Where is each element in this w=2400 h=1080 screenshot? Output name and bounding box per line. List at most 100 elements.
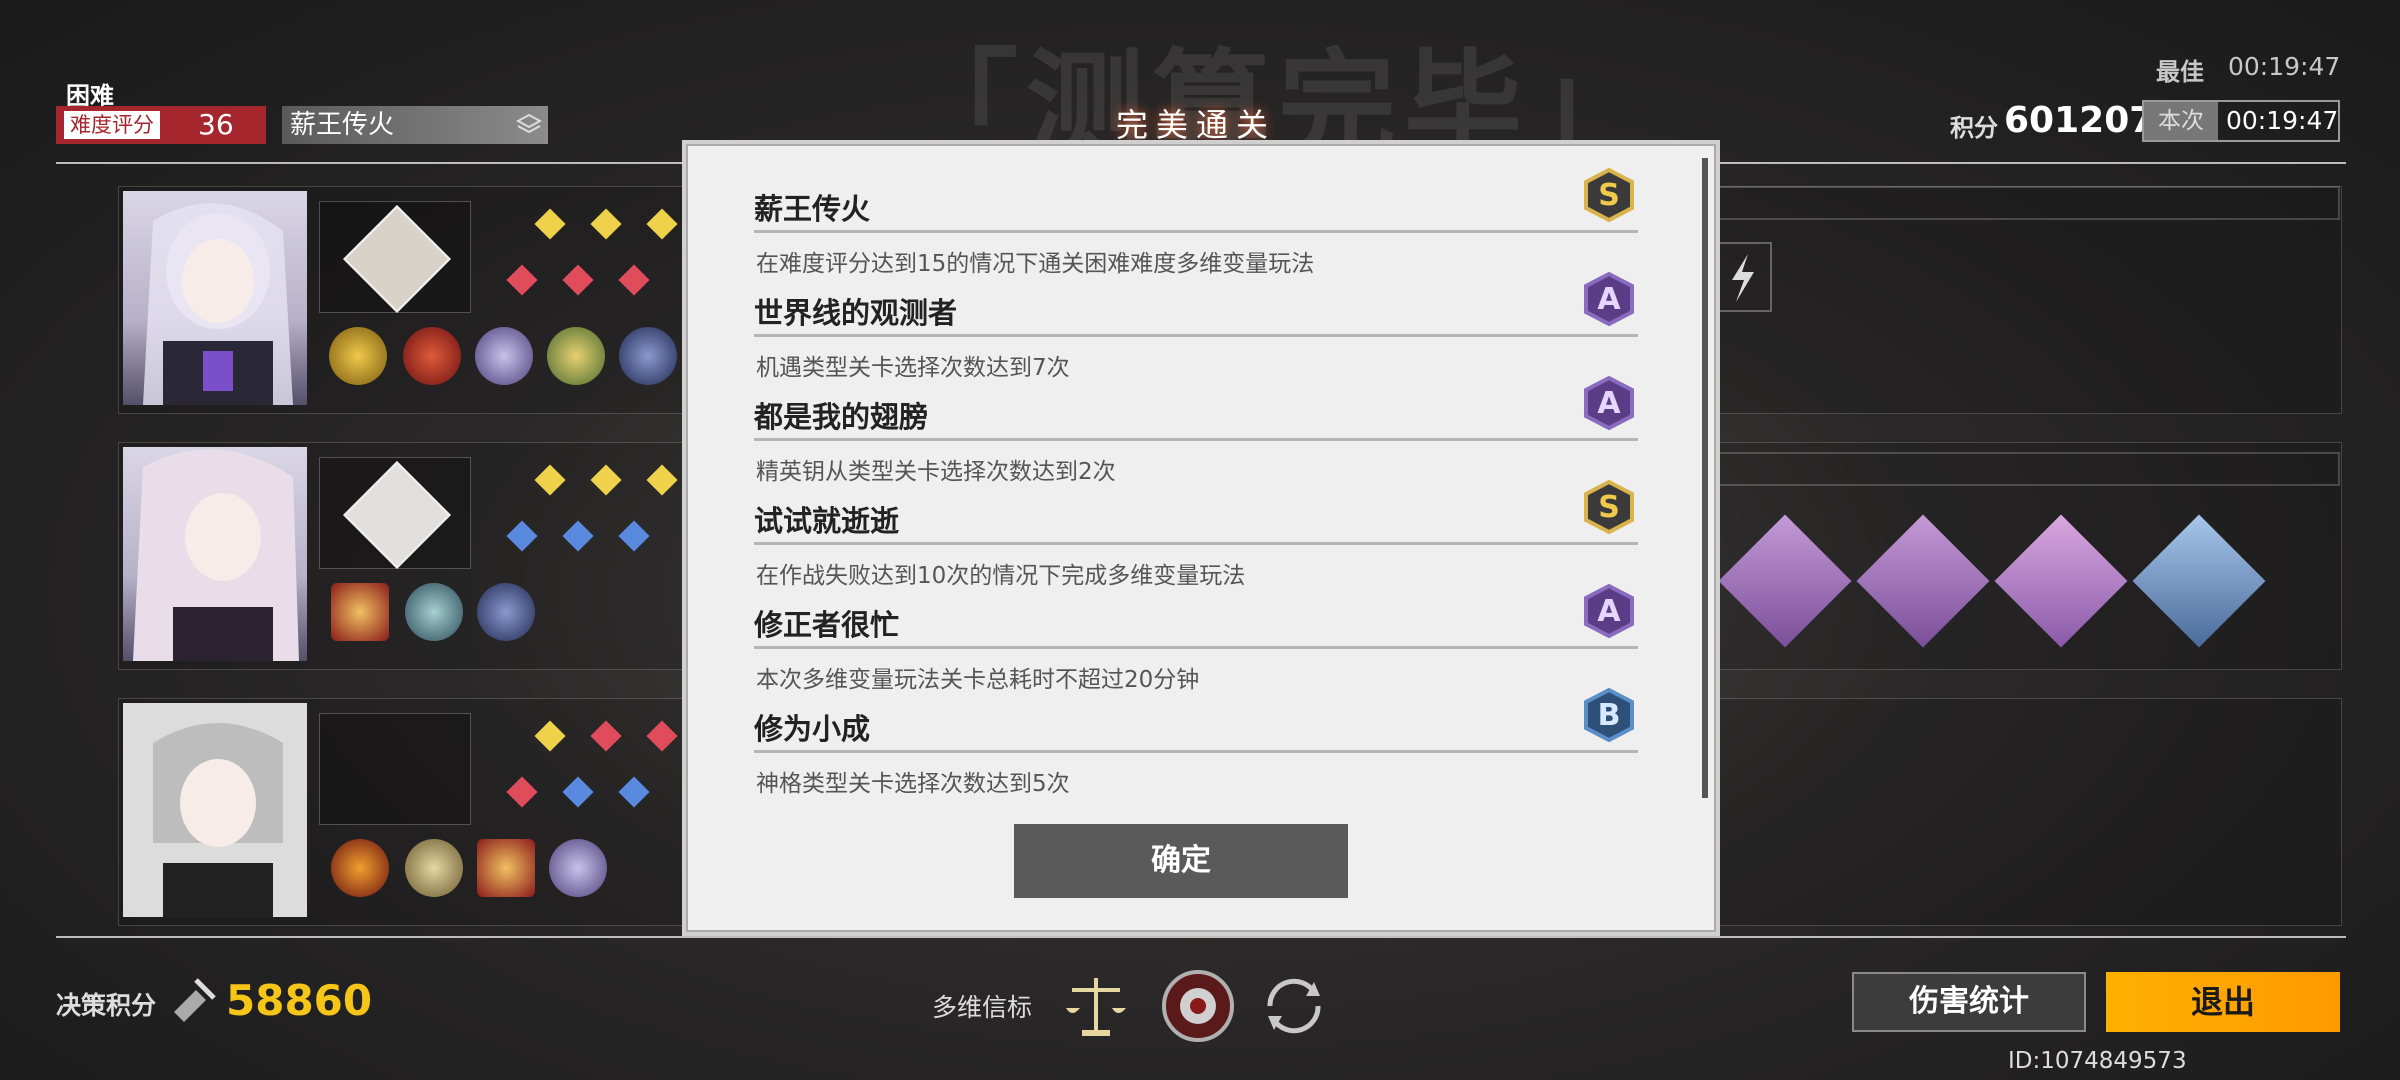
gem-icon: [646, 464, 678, 496]
top-divider-left: [56, 162, 682, 164]
temple-medal-icon[interactable]: [477, 583, 535, 641]
gem-icon: [534, 464, 566, 496]
character-portrait[interactable]: [123, 191, 307, 405]
gem-icon: [506, 776, 538, 808]
achievement-divider: [754, 230, 1638, 233]
grade-b-icon: B: [1584, 688, 1634, 742]
lightning-icon: [1712, 242, 1772, 312]
mecha-card[interactable]: [1856, 514, 1990, 648]
water-gun-card[interactable]: [1718, 514, 1852, 648]
achievement-desc: 在难度评分达到15的情况下通关困难难度多维变量玩法: [756, 251, 1315, 277]
gem-icon: [618, 264, 650, 296]
charm-icon: [2132, 514, 2266, 648]
support-slot-empty[interactable]: [319, 713, 471, 825]
character-portrait[interactable]: [123, 703, 307, 917]
top-divider-right: [1720, 162, 2346, 164]
mode-name: 薪王传火: [290, 110, 395, 140]
difficulty-rating-value: 36: [198, 108, 234, 141]
character-portrait[interactable]: [123, 447, 307, 661]
grade-letter: S: [1598, 178, 1620, 213]
gift-card[interactable]: [1994, 514, 2128, 648]
achievement-desc: 精英钥从类型关卡选择次数达到2次: [756, 459, 1116, 485]
helmet-medal-icon[interactable]: [547, 327, 605, 385]
achievement-divider: [754, 438, 1638, 441]
achievement-desc: 机遇类型关卡选择次数达到7次: [756, 355, 1070, 381]
difficulty-rating-label: 难度评分: [64, 111, 160, 139]
score-value: 601207: [2004, 100, 2155, 141]
decision-score-label: 决策积分: [56, 991, 157, 1020]
dragon-medal-icon[interactable]: [331, 583, 389, 641]
gem-icon: [534, 720, 566, 752]
exit-button[interactable]: 退出: [2106, 972, 2340, 1032]
support-avatar: [343, 461, 451, 569]
grade-letter: A: [1597, 594, 1621, 629]
eye-medal-icon[interactable]: [329, 327, 387, 385]
gem-icon: [618, 520, 650, 552]
achievement-title: 都是我的翅膀: [754, 400, 929, 434]
gem-icon: [562, 776, 594, 808]
grade-letter: A: [1597, 282, 1621, 317]
lightning-icon-glyph: [1732, 254, 1754, 302]
achievement-divider: [754, 542, 1638, 545]
decision-score-value: 58860: [226, 976, 373, 1025]
best-time-label: 最佳: [2156, 58, 2204, 86]
support-slot[interactable]: [319, 201, 471, 313]
grade-a-icon: A: [1584, 584, 1634, 638]
achievement-modal: 薪王传火 在难度评分达到15的情况下通关困难难度多维变量玩法 S 世界线的观测者…: [682, 140, 1720, 936]
lion-medal-icon[interactable]: [331, 839, 389, 897]
support-slot[interactable]: [319, 457, 471, 569]
achievement-title: 修正者很忙: [754, 608, 900, 642]
gem-icon: [590, 720, 622, 752]
character-portrait-art: [133, 449, 299, 661]
character-portrait-art: [143, 203, 293, 405]
grade-s-icon: S: [1584, 480, 1634, 534]
demon-medal-icon[interactable]: [475, 327, 533, 385]
achievement-desc: 本次多维变量玩法关卡总耗时不超过20分钟: [756, 667, 1200, 693]
achievement-desc: 在作战失败达到10次的情况下完成多维变量玩法: [756, 563, 1246, 589]
achievement-title: 世界线的观测者: [754, 296, 958, 330]
gem-icon: [590, 464, 622, 496]
confirm-button[interactable]: 确定: [1014, 824, 1348, 898]
flame-medal-icon[interactable]: [403, 327, 461, 385]
scales-beacon-icon[interactable]: [1058, 968, 1134, 1044]
gem-icon: [646, 720, 678, 752]
current-time-value: 00:19:47: [2226, 106, 2339, 135]
grade-a-icon: A: [1584, 272, 1634, 326]
achievement-divider: [754, 646, 1638, 649]
beacon-label: 多维信标: [932, 993, 1033, 1022]
achievement-divider: [754, 750, 1638, 753]
demon-medal-icon[interactable]: [549, 839, 607, 897]
grade-a-icon: A: [1584, 376, 1634, 430]
damage-stats-button[interactable]: 伤害统计: [1852, 972, 2086, 1032]
crest-medal-icon[interactable]: [405, 583, 463, 641]
achievement-title: 修为小成: [754, 712, 871, 746]
achievement-title: 薪王传火: [754, 192, 871, 226]
best-time-value: 00:19:47: [2228, 52, 2341, 81]
dragon-medal-icon[interactable]: [477, 839, 535, 897]
gem-icon: [506, 264, 538, 296]
seal-beacon-icon[interactable]: [1158, 966, 1238, 1046]
charm-card[interactable]: [2132, 514, 2266, 648]
grade-s-icon: S: [1584, 168, 1634, 222]
mecha-icon: [1856, 514, 1990, 648]
support-avatar: [343, 205, 451, 313]
grade-letter: S: [1598, 490, 1620, 525]
achievement-divider: [754, 334, 1638, 337]
team-1-info-bar: [1718, 186, 2340, 220]
character-portrait-art: [123, 703, 307, 917]
grade-letter: B: [1598, 698, 1621, 733]
layers-icon: [516, 113, 542, 134]
cycle-beacon-icon[interactable]: [1256, 968, 1332, 1044]
achievement-desc: 神格类型关卡选择次数达到5次: [756, 771, 1070, 797]
gem-icon: [618, 776, 650, 808]
current-time-label: 本次: [2144, 102, 2218, 140]
score-label: 积分: [1950, 114, 1998, 142]
decision-icon: [174, 978, 216, 1022]
gem-icon: [562, 520, 594, 552]
gem-icon: [534, 208, 566, 240]
achievement-title: 试试就逝逝: [754, 504, 900, 538]
temple-medal-icon[interactable]: [619, 327, 677, 385]
sword-medal-icon[interactable]: [405, 839, 463, 897]
achievement-scrollbar[interactable]: [1702, 158, 1708, 798]
gem-icon: [646, 208, 678, 240]
